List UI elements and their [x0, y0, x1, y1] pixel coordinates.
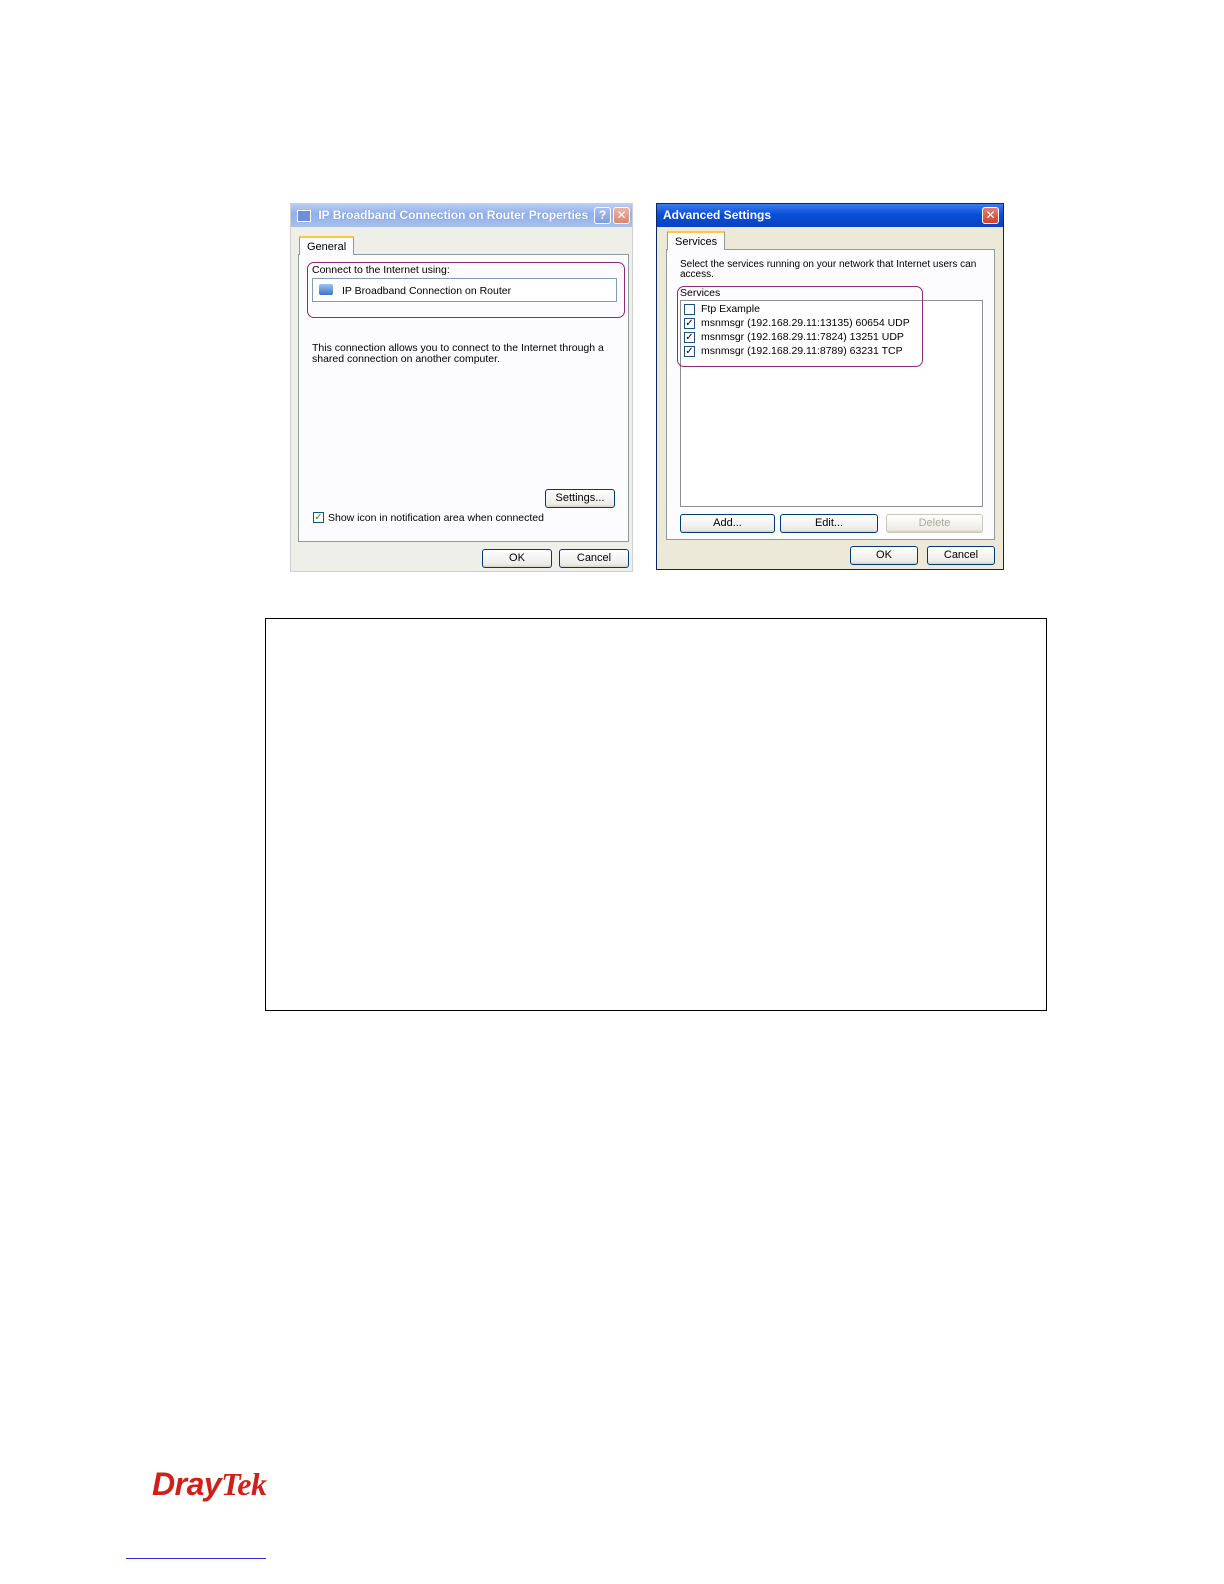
dialog-titlebar[interactable]: Advanced Settings — [657, 204, 1003, 227]
cancel-button[interactable]: Cancel — [559, 549, 629, 568]
draytek-logo: DrayTek — [152, 1466, 267, 1503]
dialog-titlebar[interactable]: IP Broadband Connection on Router Proper… — [291, 204, 632, 227]
logo-dray: Dray — [152, 1466, 222, 1502]
show-icon-checkbox[interactable]: ✓ — [313, 512, 324, 523]
help-button[interactable]: ? — [594, 207, 611, 224]
connection-properties-dialog: IP Broadband Connection on Router Proper… — [290, 203, 633, 572]
show-icon-label: Show icon in notification area when conn… — [328, 512, 544, 524]
advanced-settings-dialog: Advanced Settings ✕ Services Select the … — [656, 203, 1004, 570]
tab-services[interactable]: Services — [667, 231, 726, 250]
footer-rule — [126, 1558, 266, 1559]
logo-tek: Tek — [221, 1466, 267, 1502]
services-highlight — [677, 286, 923, 367]
close-button[interactable]: ✕ — [982, 207, 999, 224]
ok-button[interactable]: OK — [482, 549, 552, 568]
connection-description: This connection allows you to connect to… — [312, 342, 604, 365]
connection-highlight — [307, 262, 625, 318]
delete-button[interactable]: Delete — [886, 514, 983, 533]
dialog-title: IP Broadband Connection on Router Proper… — [318, 208, 589, 222]
ok-button[interactable]: OK — [850, 546, 918, 565]
network-connection-icon — [297, 209, 311, 222]
settings-button[interactable]: Settings... — [545, 489, 615, 508]
close-button[interactable]: ✕ — [613, 207, 630, 224]
add-button[interactable]: Add... — [680, 514, 775, 533]
edit-button[interactable]: Edit... — [780, 514, 878, 533]
tab-general[interactable]: General — [299, 236, 355, 255]
cancel-button[interactable]: Cancel — [927, 546, 995, 565]
services-instruction: Select the services running on your netw… — [680, 259, 977, 280]
empty-note-box — [265, 618, 1047, 1011]
